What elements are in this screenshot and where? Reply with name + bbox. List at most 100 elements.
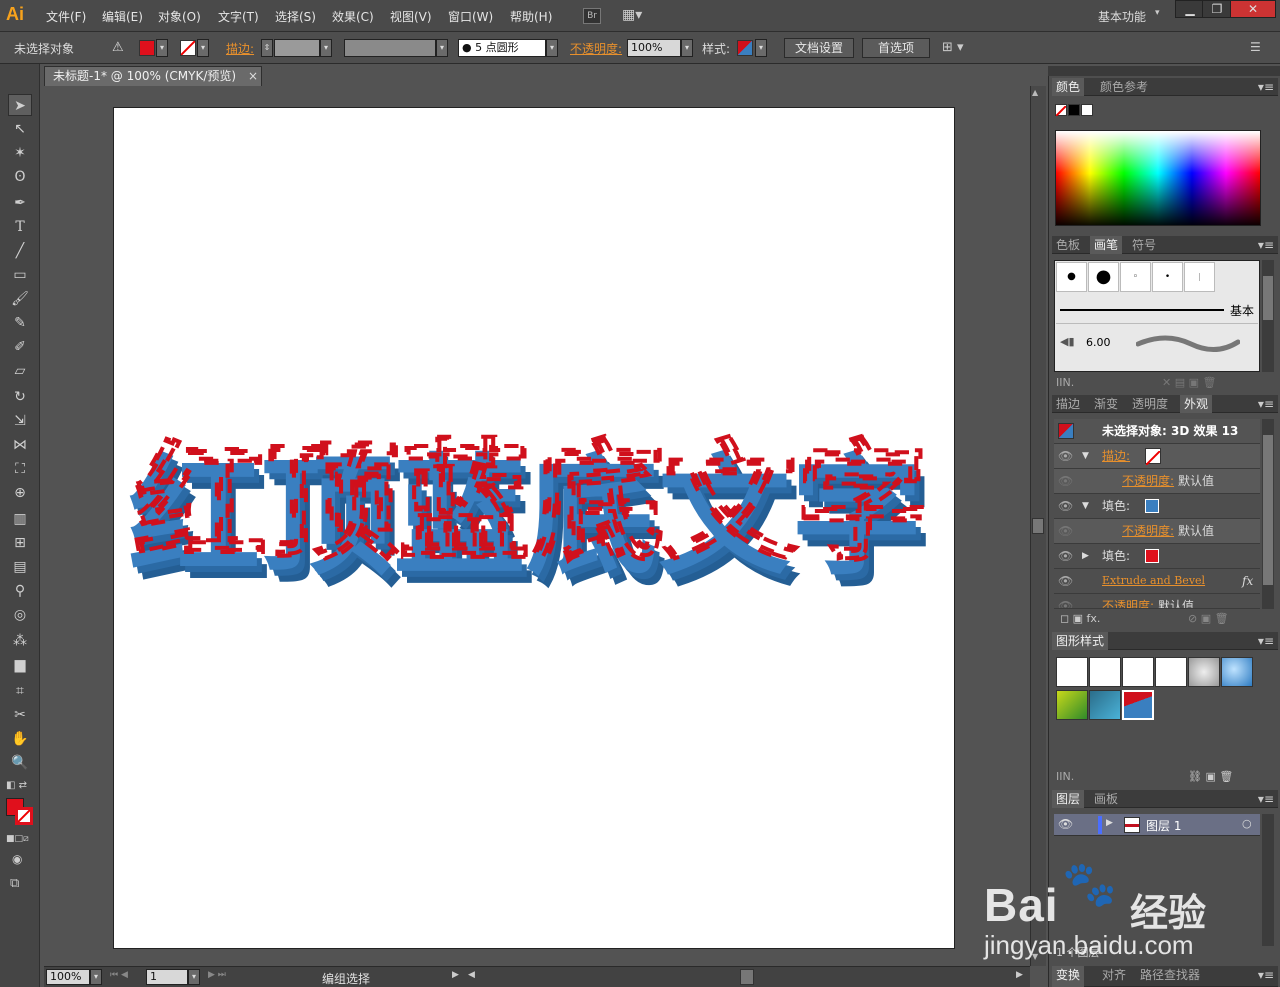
stroke-weight-input[interactable]	[274, 39, 320, 57]
none-swatch[interactable]	[1055, 104, 1067, 117]
width-tool-icon[interactable]: ⋈	[8, 434, 32, 456]
color-spectrum[interactable]	[1055, 130, 1261, 226]
preferences-button[interactable]: 首选项	[862, 38, 930, 58]
visibility-eye-icon[interactable]: 👁	[1058, 519, 1073, 543]
close-window-button[interactable]: ✕	[1230, 0, 1276, 18]
workspace-switcher[interactable]: 基本功能	[1098, 8, 1146, 25]
default-colors-icon[interactable]: ◧ ⇄	[6, 780, 27, 791]
fill-opacity-label[interactable]: 不透明度:	[1122, 519, 1174, 543]
menu-file[interactable]: 文件(F)	[46, 8, 86, 25]
drawing-mode-icon[interactable]: ◉	[12, 852, 22, 866]
gradient-tool-icon[interactable]: ▤	[8, 556, 32, 578]
menu-object[interactable]: 对象(O)	[158, 8, 201, 25]
scale-tool-icon[interactable]: ⇲	[8, 410, 32, 432]
visibility-eye-icon[interactable]: 👁	[1058, 569, 1073, 593]
paintbrush-tool-icon[interactable]: 🖌	[8, 288, 32, 310]
layers-panel-menu-icon[interactable]: ▾≡	[1258, 790, 1274, 808]
stroke-opacity-label[interactable]: 不透明度:	[1122, 469, 1174, 493]
opacity-input[interactable]: 100%	[627, 39, 681, 57]
tab-color-guide[interactable]: 颜色参考	[1096, 78, 1152, 96]
brushes-scroll-thumb[interactable]	[1263, 276, 1273, 320]
color-mode-icons[interactable]: ■□⧄	[6, 834, 29, 844]
brush-libraries-icon[interactable]: IIN.	[1056, 376, 1074, 389]
hscroll-left-icon[interactable]: ◀	[468, 970, 475, 980]
3d-art-text[interactable]: 红顶蓝底文字 红顶蓝底文字 红顶蓝底文字 红顶蓝底文字	[120, 420, 940, 590]
layer-visibility-eye-icon[interactable]: 👁	[1058, 817, 1073, 831]
tab-stroke[interactable]: 描边	[1052, 395, 1084, 413]
object-opacity-label[interactable]: 不透明度:	[1102, 594, 1154, 608]
minimize-button[interactable]: ▁	[1175, 0, 1205, 18]
perspective-grid-tool-icon[interactable]: ▥	[8, 508, 32, 530]
menu-type[interactable]: 文字(T)	[218, 8, 259, 25]
fill-swatch-blue[interactable]	[1145, 499, 1159, 513]
tab-transform[interactable]: 变换	[1052, 966, 1085, 987]
graphic-style-default[interactable]	[1056, 657, 1088, 687]
graphic-styles-footer-icons[interactable]: ⛓ ▣ 🗑	[1188, 770, 1233, 783]
workspace-dropdown-icon[interactable]: ▾	[1155, 8, 1160, 18]
visibility-eye-icon[interactable]: 👁	[1058, 594, 1073, 608]
status-menu-icon[interactable]: ▶	[452, 970, 459, 980]
brush-footer-icons[interactable]: ✕ ▤ ▣ 🗑	[1162, 376, 1216, 389]
brush-definition[interactable]: ● 5 点圆形	[458, 39, 546, 57]
expand-triangle-icon[interactable]: ▼	[1082, 494, 1089, 518]
restore-button[interactable]: ❐	[1202, 0, 1232, 18]
brush-dot-small[interactable]: ●	[1056, 262, 1087, 292]
layers-scrollbar[interactable]	[1262, 814, 1274, 946]
hscroll-right-icon[interactable]: ▶	[1016, 970, 1023, 980]
fill-swatch-red[interactable]	[1145, 549, 1159, 563]
profile-dropdown-icon[interactable]: ▾	[436, 39, 448, 57]
tab-color[interactable]: 颜色	[1052, 78, 1085, 96]
hand-tool-icon[interactable]: ✋	[8, 728, 32, 750]
opacity-dropdown-icon[interactable]: ▾	[681, 39, 693, 57]
visibility-eye-icon[interactable]: 👁	[1058, 544, 1073, 568]
arrange-documents-icon[interactable]: ▦▾	[622, 7, 650, 25]
blend-tool-icon[interactable]: ◎	[8, 604, 32, 626]
zoom-tool-icon[interactable]: 🔍	[8, 752, 32, 774]
graphic-styles-menu-icon[interactable]: ▾≡	[1258, 632, 1274, 650]
tab-artboards[interactable]: 画板	[1090, 790, 1122, 808]
stroke-dropdown-icon[interactable]: ▾	[197, 39, 209, 57]
tab-graphic-styles[interactable]: 图形样式	[1052, 632, 1109, 650]
opacity-label[interactable]: 不透明度:	[570, 40, 622, 57]
hscroll-thumb[interactable]	[740, 969, 754, 985]
appearance-stroke-row[interactable]: 👁 ▼ 描边:	[1054, 444, 1260, 469]
collapse-triangle-icon[interactable]: ▶	[1082, 544, 1089, 568]
graphic-style-8[interactable]	[1089, 690, 1121, 720]
visibility-eye-icon[interactable]: 👁	[1058, 444, 1073, 468]
layer-expand-icon[interactable]: ▶	[1106, 818, 1113, 828]
zoom-level-input[interactable]: 100%	[46, 969, 90, 985]
magic-wand-tool-icon[interactable]: ✶	[8, 142, 32, 164]
document-setup-button[interactable]: 文档设置	[784, 38, 854, 58]
appearance-fill-row-1[interactable]: 👁 ▼ 填色:	[1054, 494, 1260, 519]
artboard-tool-icon[interactable]: ⌗	[8, 680, 32, 702]
free-transform-tool-icon[interactable]: ⛶	[8, 458, 32, 480]
brush-dropdown-icon[interactable]: ▾	[546, 39, 558, 57]
bridge-button[interactable]: Br	[583, 8, 601, 24]
last-artboard-icon[interactable]: ▶ ⏭	[208, 970, 226, 980]
brush-basic-row[interactable]: 基本	[1056, 296, 1258, 324]
appearance-effect-row[interactable]: 👁 Extrude and Bevel fx	[1054, 569, 1260, 594]
tab-gradient[interactable]: 渐变	[1090, 395, 1122, 413]
symbol-sprayer-tool-icon[interactable]: ⁂	[8, 630, 32, 652]
close-document-icon[interactable]: ×	[248, 69, 258, 83]
stroke-color-swatch[interactable]	[180, 40, 196, 56]
brushes-panel-menu-icon[interactable]: ▾≡	[1258, 236, 1274, 254]
layer-row[interactable]: 👁 ▶ 图层 1 ○	[1054, 814, 1260, 836]
selection-tool-icon[interactable]: ➤	[8, 94, 32, 116]
extrude-bevel-effect-link[interactable]: Extrude and Bevel	[1102, 569, 1205, 593]
appearance-fill-row-2[interactable]: 👁 ▶ 填色:	[1054, 544, 1260, 569]
brush-art-row[interactable]: ◀▮ 6.00	[1056, 326, 1258, 358]
pencil-tool-icon[interactable]: ✎	[8, 312, 32, 334]
artboard-dropdown-icon[interactable]: ▾	[188, 969, 200, 985]
color-panel-menu-icon[interactable]: ▾≡	[1258, 78, 1274, 96]
stroke-weight-stepper[interactable]: ⇕	[261, 39, 273, 57]
appearance-footer-icons-right[interactable]: ⊘ ▣ 🗑	[1188, 612, 1229, 625]
menu-effect[interactable]: 效果(C)	[332, 8, 374, 25]
direct-selection-tool-icon[interactable]: ↖	[8, 118, 32, 140]
menu-view[interactable]: 视图(V)	[390, 8, 432, 25]
brush-calligraphic-3[interactable]: |	[1184, 262, 1215, 292]
brush-calligraphic-1[interactable]: ◦	[1120, 262, 1151, 292]
graphic-style-7[interactable]	[1056, 690, 1088, 720]
appearance-footer-icons[interactable]: ◻ ▣ fx.	[1060, 612, 1100, 625]
tab-swatches[interactable]: 色板	[1052, 236, 1084, 254]
